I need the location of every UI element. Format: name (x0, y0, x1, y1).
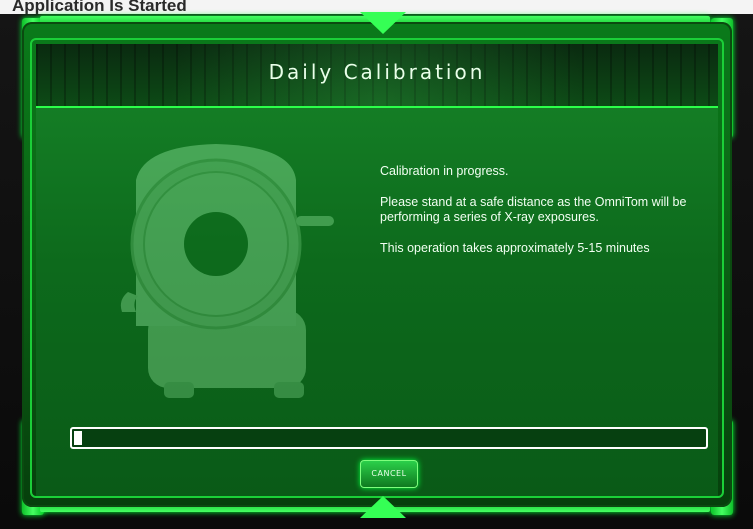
dialog-title: Daily Calibration (268, 60, 486, 84)
message-line-3: This operation takes approximately 5-15 … (380, 241, 650, 255)
message-line-1: Calibration in progress. (380, 164, 509, 178)
progress-fill (74, 431, 82, 445)
progress-bar (70, 427, 708, 449)
ct-scanner-illustration-icon (120, 144, 334, 398)
frame-chevron-top-icon (360, 12, 406, 34)
frame-chevron-bottom-icon (360, 496, 406, 518)
message-line-2: Please stand at a safe distance as the O… (380, 195, 687, 224)
dialog-header: Daily Calibration (36, 44, 718, 108)
message-text: Calibration in progress. Please stand at… (380, 164, 720, 272)
dialog-content: Calibration in progress. Please stand at… (36, 108, 718, 498)
cancel-button[interactable]: CANCEL (360, 460, 418, 488)
